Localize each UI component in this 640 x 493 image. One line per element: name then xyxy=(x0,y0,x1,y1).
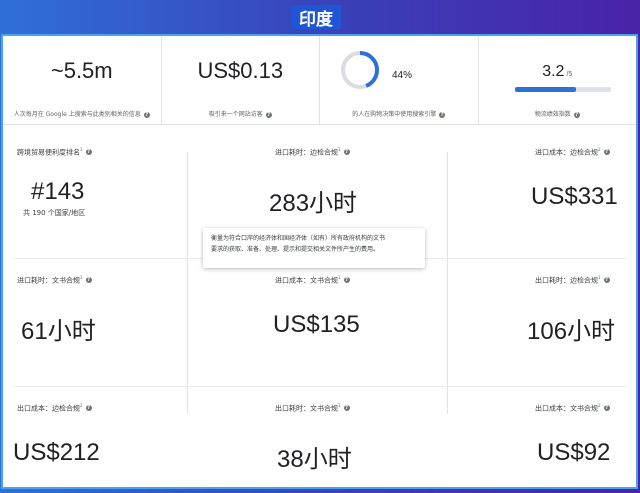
metric-value: 38小时 xyxy=(277,446,352,474)
footnote-mark: 1 xyxy=(338,275,341,280)
metric-label: 出口耗时：边检合规 xyxy=(535,276,598,285)
stat-logistics-index: 3.2/5 物流绩效指数? xyxy=(479,36,637,124)
metric-import-cost-border: 进口成本：边检合规2? US$331 xyxy=(531,147,618,211)
score-bar xyxy=(514,87,611,92)
stat-desc: 物流绩效指数 xyxy=(534,111,571,118)
summary-stats-row: ~5.5m 人次每月在 Google 上搜索与此类别相关的信息? US$0.13… xyxy=(3,36,636,125)
stat-cost-per-visitor: US$0.13 吸引来一个网站访客? xyxy=(162,36,320,124)
info-icon[interactable]: ? xyxy=(603,405,610,412)
metric-value: US$92 xyxy=(537,439,611,467)
metric-import-time-border: 进口耗时：边检合规1? 283小时 xyxy=(269,147,357,218)
stat-desc: 的人在购物决策中使用搜索引擎 xyxy=(352,111,437,118)
tooltip-line: 衡量为符合口岸的经济体和国经济体（如有）所有政府机构的文书 xyxy=(211,235,386,242)
metric-label: 跨境贸易便利度排名 xyxy=(17,148,80,157)
metric-value: US$212 xyxy=(13,439,100,467)
metrics-grid: 跨境贸易便利度排名1? #143 共 190 个国家/地区 进口耗时：边检合规1… xyxy=(3,132,636,487)
info-icon[interactable]: ? xyxy=(603,149,610,156)
footnote-mark: 2 xyxy=(80,403,83,408)
info-icon[interactable]: ? xyxy=(85,277,92,284)
metric-label: 出口成本：边检合规 xyxy=(17,404,80,413)
metric-value: 283小时 xyxy=(269,190,358,218)
metric-value: 106小时 xyxy=(527,318,616,346)
score-denominator: /5 xyxy=(566,71,573,78)
metric-import-cost-docs: 进口成本：文书合规1? US$135 xyxy=(273,275,360,339)
donut-percent: 44% xyxy=(392,70,413,81)
country-title: 印度 xyxy=(291,5,341,30)
info-icon[interactable]: ? xyxy=(143,111,150,118)
info-icon[interactable]: ? xyxy=(439,111,446,118)
info-icon[interactable]: ? xyxy=(573,111,580,118)
stat-desc: 吸引来一个网站访客 xyxy=(208,111,263,118)
footnote-mark: 2 xyxy=(598,403,601,408)
stat-desc: 人次每月在 Google 上搜索与此类别相关的信息 xyxy=(13,111,141,118)
metric-label: 出口耗时：文书合规 xyxy=(275,404,338,413)
score-value: 3.2 xyxy=(542,63,565,80)
column-divider xyxy=(447,152,448,414)
donut-chart xyxy=(341,51,379,89)
footnote-mark: 1 xyxy=(338,403,341,408)
metric-value: #143 xyxy=(31,178,85,206)
info-icon[interactable]: ? xyxy=(343,149,350,156)
rank-subtitle: 共 190 个国家/地区 xyxy=(23,209,86,218)
metric-value: US$331 xyxy=(531,183,618,211)
info-icon[interactable]: ? xyxy=(85,149,92,156)
metric-label: 进口耗时：文书合规 xyxy=(17,276,80,285)
metric-export-time-docs: 出口耗时：文书合规1? 38小时 xyxy=(275,403,352,474)
row-divider xyxy=(13,386,626,387)
column-divider xyxy=(187,152,188,414)
metric-label: 进口耗时：边检合规 xyxy=(275,148,338,157)
footnote-mark: 1 xyxy=(338,147,341,152)
metric-label: 进口成本：边检合规 xyxy=(535,148,598,157)
metric-label: 出口成本：文书合规 xyxy=(535,404,598,413)
metric-label: 进口成本：文书合规 xyxy=(275,276,338,285)
footnote-mark: 1 xyxy=(80,147,83,152)
score-bar-fill xyxy=(514,87,576,92)
metric-import-time-docs: 进口耗时：文书合规1? 61小时 xyxy=(17,275,96,346)
footnote-mark: 1 xyxy=(80,275,83,280)
footnote-mark: 2 xyxy=(598,147,601,152)
tooltip-line: 要求的获取、准备、处理、提示和提交相关文件所产生的费用。 xyxy=(211,246,380,253)
metric-value: US$135 xyxy=(273,311,360,339)
metric-export-time-border: 出口耗时：边检合规1? 106小时 xyxy=(527,275,615,346)
tooltip: 衡量为符合口岸的经济体和国经济体（如有）所有政府机构的文书 要求的获取、准备、处… xyxy=(203,228,425,268)
metric-export-cost-border: 出口成本：边检合规2? US$212 xyxy=(13,403,100,467)
stat-monthly-searches: ~5.5m 人次每月在 Google 上搜索与此类别相关的信息? xyxy=(3,36,162,124)
stat-value: ~5.5m xyxy=(50,58,113,83)
stat-value: US$0.13 xyxy=(197,58,284,83)
info-icon[interactable]: ? xyxy=(265,111,272,118)
info-icon[interactable]: ? xyxy=(85,405,92,412)
metric-trade-rank: 跨境贸易便利度排名1? #143 共 190 个国家/地区 xyxy=(17,147,92,218)
metric-value: 61小时 xyxy=(21,318,96,346)
info-icon[interactable]: ? xyxy=(603,277,610,284)
info-icon[interactable]: ? xyxy=(343,277,350,284)
info-icon[interactable]: ? xyxy=(343,405,350,412)
footnote-mark: 1 xyxy=(598,275,601,280)
stat-search-usage: 44% 的人在购物决策中使用搜索引擎? xyxy=(320,36,479,124)
metric-export-cost-docs: 出口成本：文书合规2? US$92 xyxy=(535,403,610,467)
